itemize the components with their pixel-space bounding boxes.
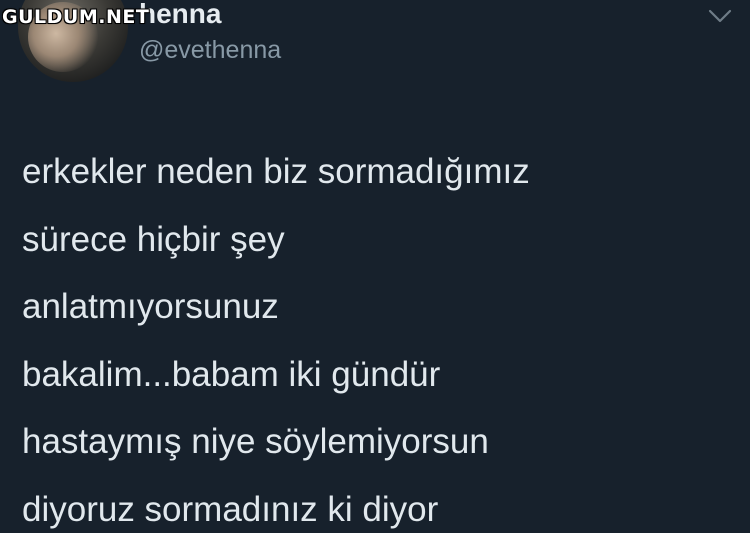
chevron-down-icon[interactable] xyxy=(707,8,733,24)
site-watermark: GULDUM.NET xyxy=(2,6,150,28)
tweet-text: erkekler neden biz sormadığımız sürece h… xyxy=(22,138,747,533)
user-handle[interactable]: @evethenna xyxy=(139,36,281,65)
tweet-line: hastaymış niye söylemiyorsun xyxy=(22,422,489,461)
tweet-line: diyoruz sormadınız ki diyor xyxy=(22,489,439,529)
tweet-line: bakalim...babam iki gündür xyxy=(22,354,441,394)
tweet-card: GULDUM.NET henna @evethenna erkekler ned… xyxy=(0,0,750,533)
display-name[interactable]: henna xyxy=(139,0,221,30)
tweet-line: sürece hiçbir şey xyxy=(22,219,285,259)
tweet-line: anlatmıyorsunuz xyxy=(22,287,279,326)
tweet-line: erkekler neden biz sormadığımız xyxy=(22,152,530,191)
